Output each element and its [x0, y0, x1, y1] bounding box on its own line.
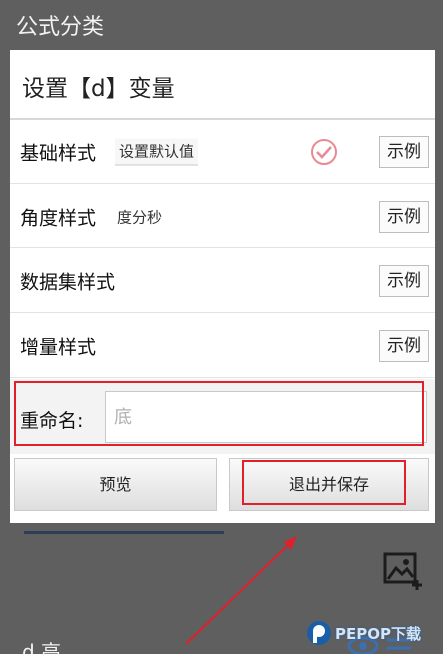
row-divider: [10, 183, 435, 184]
example-button[interactable]: 示例: [379, 200, 429, 233]
dialog-title: 设置【d】变量: [22, 76, 175, 102]
row-label: 角度样式: [20, 207, 97, 229]
watermark: PEPOP下载: [305, 618, 421, 648]
background-tab-underline: [24, 531, 224, 534]
row-divider: [10, 312, 435, 313]
row-angle-style[interactable]: 角度样式 度分秒 示例: [10, 185, 435, 248]
background-title: 公式分类: [16, 15, 105, 40]
check-circle-icon[interactable]: [310, 138, 338, 166]
watermark-logo-icon: [307, 621, 331, 645]
example-button[interactable]: 示例: [379, 329, 429, 362]
add-image-icon[interactable]: [383, 552, 425, 590]
watermark-text: PEPOP下载: [335, 624, 421, 643]
save-highlight-box: [242, 460, 406, 505]
row-basic-style[interactable]: 基础样式 设置默认值 示例: [10, 120, 435, 183]
rename-highlight-box: [14, 381, 424, 446]
set-default-value-field[interactable]: 设置默认值: [115, 138, 199, 165]
row-label: 增量样式: [20, 336, 97, 358]
preview-button[interactable]: 预览: [14, 458, 217, 511]
row-dataset-style[interactable]: 数据集样式 示例: [10, 249, 435, 312]
variable-settings-dialog: 设置【d】变量 基础样式 设置默认值 示例 角度样式 度分秒 示例 数据集样式 …: [10, 50, 435, 523]
example-button[interactable]: 示例: [379, 264, 429, 297]
row-divider: [10, 377, 435, 378]
row-label: 基础样式: [20, 142, 97, 164]
row-label: 数据集样式: [20, 271, 116, 293]
example-button[interactable]: 示例: [379, 135, 429, 168]
row-increment-style[interactable]: 增量样式 示例: [10, 314, 435, 377]
background-item-label: d 高: [22, 640, 62, 654]
row-divider: [10, 247, 435, 248]
angle-format-value: 度分秒: [117, 208, 163, 226]
